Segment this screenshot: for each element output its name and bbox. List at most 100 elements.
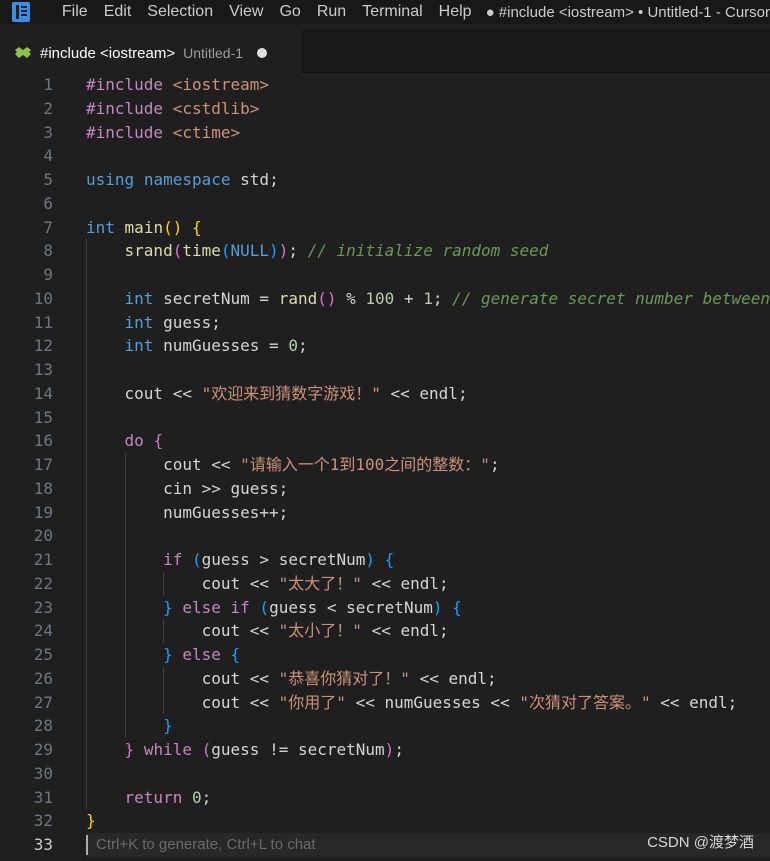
indent-guide — [124, 453, 126, 738]
code-line[interactable]: 26 cout << "恭喜你猜对了！" << endl; — [0, 667, 770, 691]
code-line[interactable]: 6 — [0, 192, 770, 216]
line-number: 24 — [33, 621, 53, 641]
code-line[interactable]: 15 — [0, 406, 770, 430]
code-text: int numGuesses = 0; — [124, 336, 308, 356]
code-line[interactable]: 17 cout << "请输入一个1到100之间的整数："; — [0, 453, 770, 477]
code-editor[interactable]: 1 #include <iostream> 2 #include <cstdlib> 3… — [0, 73, 770, 861]
code-text: using namespace std; — [86, 170, 279, 189]
code-text: } — [86, 811, 96, 831]
code-line[interactable]: 25 } else { — [0, 643, 770, 667]
code-text: do { — [124, 431, 164, 451]
menu-file[interactable]: File — [54, 0, 96, 24]
line-number: 5 — [43, 170, 53, 189]
line-number: 32 — [33, 811, 53, 831]
code-line[interactable]: 5 using namespace std; — [0, 168, 770, 192]
code-line[interactable]: 14 cout << "欢迎来到猜数字游戏！" << endl; — [0, 382, 770, 406]
line-number: 20 — [33, 526, 53, 546]
code-line[interactable]: 7 int main() { — [0, 216, 770, 240]
line-number: 18 — [33, 478, 53, 498]
code-line[interactable]: 4 — [0, 144, 770, 168]
tab-label: #include <iostream> — [40, 44, 176, 62]
line-number: 27 — [33, 692, 53, 712]
code-text: int guess; — [124, 312, 221, 332]
code-line[interactable]: 3 #include <ctime> — [0, 121, 770, 145]
code-text: cout << "你用了" << numGuesses << "次猜对了答案。"… — [201, 692, 738, 712]
code-line[interactable]: 18 cin >> guess; — [0, 477, 770, 501]
code-text: } while (guess != secretNum); — [124, 740, 404, 759]
line-number: 2 — [43, 98, 53, 118]
code-text: int secretNum = rand() % 100 + 1; // gen… — [124, 288, 770, 308]
code-line[interactable]: 19 numGuesses++; — [0, 501, 770, 525]
tab-bar: #include <iostream> Untitled-1 — [0, 30, 770, 75]
menu-view[interactable]: View — [221, 0, 271, 24]
code-text: srand(time(NULL)); // initialize random … — [124, 241, 549, 261]
code-line[interactable]: 21 if (guess > secretNum) { — [0, 548, 770, 572]
code-line[interactable]: 9 — [0, 263, 770, 287]
code-text: if (guess > secretNum) { — [163, 550, 395, 569]
inline-hint: Ctrl+K to generate, Ctrl+L to chat — [96, 836, 316, 853]
watermark: CSDN @渡梦酒 — [647, 834, 754, 851]
code-line[interactable]: 30 — [0, 762, 770, 786]
code-line[interactable]: 2 #include <cstdlib> — [0, 97, 770, 121]
code-line[interactable]: 10 int secretNum = rand() % 100 + 1; // … — [0, 287, 770, 311]
line-number: 33 — [33, 835, 53, 854]
window-title: ● #include <iostream> • Untitled-1 - Cur… — [485, 3, 770, 21]
code-text: return 0; — [124, 787, 212, 807]
text-caret — [86, 835, 88, 855]
code-line[interactable]: 22 cout << "太大了！" << endl; — [0, 572, 770, 596]
code-line[interactable]: 29 } while (guess != secretNum); — [0, 738, 770, 762]
menu-edit[interactable]: Edit — [96, 0, 140, 24]
line-number: 9 — [43, 265, 53, 284]
menu-terminal[interactable]: Terminal — [354, 0, 430, 24]
line-number: 16 — [33, 431, 53, 451]
line-number: 7 — [43, 217, 53, 237]
menu-go[interactable]: Go — [271, 0, 308, 24]
line-number: 23 — [33, 597, 53, 617]
code-line[interactable]: 12 int numGuesses = 0; — [0, 334, 770, 358]
code-line[interactable]: 16 do { — [0, 429, 770, 453]
line-number: 21 — [33, 550, 53, 569]
line-number: 13 — [33, 360, 53, 379]
code-line[interactable]: 8 srand(time(NULL)); // initialize rando… — [0, 239, 770, 263]
tab-untitled-1[interactable]: #include <iostream> Untitled-1 — [0, 30, 301, 75]
code-line[interactable]: 11 int guess; — [0, 311, 770, 335]
code-line[interactable]: 28 } — [0, 714, 770, 738]
cpp-file-icon — [14, 46, 34, 60]
menu-selection[interactable]: Selection — [139, 0, 221, 24]
code-line[interactable]: 23 } else if (guess < secretNum) { — [0, 596, 770, 620]
indent-guide — [86, 239, 87, 810]
code-text: #include <cstdlib> — [86, 98, 260, 118]
title-bar: File Edit Selection View Go Run Terminal… — [0, 0, 770, 24]
line-number: 31 — [33, 787, 53, 807]
tab-description: Untitled-1 — [183, 45, 244, 61]
line-number: 8 — [43, 241, 53, 261]
code-text: numGuesses++; — [163, 502, 289, 522]
code-text: int main() { — [86, 217, 202, 237]
line-number: 29 — [33, 740, 53, 759]
line-number: 14 — [33, 383, 53, 403]
line-number: 25 — [33, 645, 53, 664]
line-number: 22 — [33, 573, 53, 593]
line-number: 17 — [33, 455, 53, 474]
line-number: 28 — [33, 716, 53, 736]
code-line[interactable]: 32} — [0, 809, 770, 833]
unsaved-dot-icon[interactable] — [257, 48, 268, 58]
indent-guide — [163, 619, 165, 643]
code-line[interactable]: 20 — [0, 524, 770, 548]
line-number: 4 — [43, 146, 53, 166]
code-text: cout << "恭喜你猜对了！" << endl; — [201, 668, 497, 688]
code-line[interactable]: 24 cout << "太小了！" << endl; — [0, 619, 770, 643]
menu-run[interactable]: Run — [309, 0, 354, 24]
menu-help[interactable]: Help — [431, 0, 480, 24]
code-text: #include <iostream> — [86, 75, 270, 94]
code-line[interactable]: 13 — [0, 358, 770, 382]
code-line[interactable]: 27 cout << "你用了" << numGuesses << "次猜对了答… — [0, 691, 770, 715]
code-line[interactable]: 31 return 0; — [0, 786, 770, 810]
line-number: 6 — [43, 193, 53, 213]
code-text: } — [163, 716, 173, 736]
code-line[interactable]: 1 #include <iostream> — [0, 73, 770, 97]
code-text: } else { — [163, 645, 241, 664]
code-text: cout << "欢迎来到猜数字游戏！" << endl; — [124, 383, 468, 403]
cursor-logo-icon[interactable] — [11, 1, 33, 23]
code-text: #include <ctime> — [86, 122, 241, 142]
